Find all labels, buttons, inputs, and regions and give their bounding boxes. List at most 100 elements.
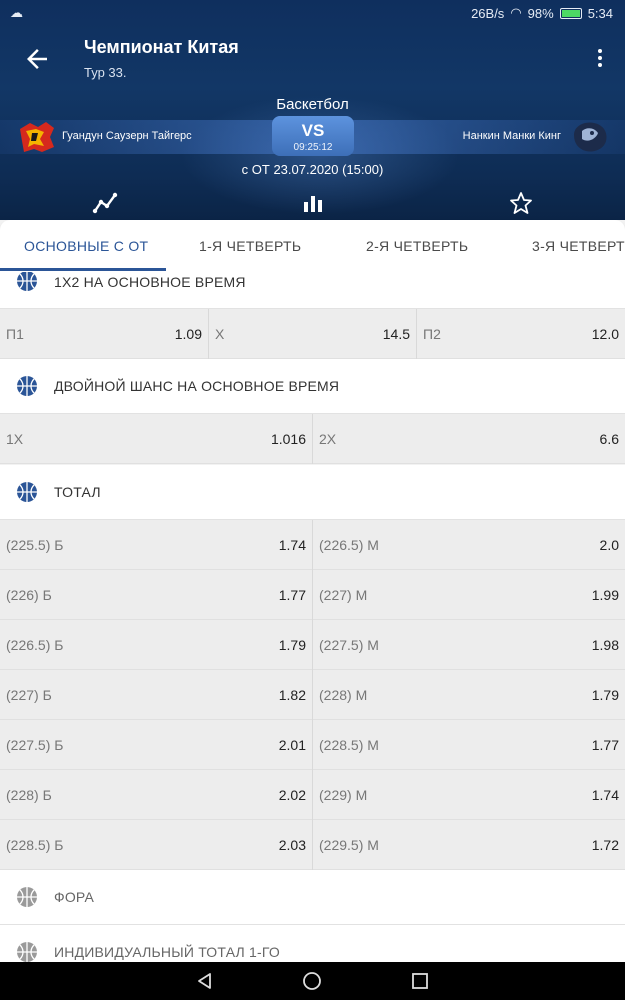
section-title: ДВОЙНОЙ ШАНС НА ОСНОВНОЕ ВРЕМЯ bbox=[54, 378, 340, 394]
cloud-icon: ☁ bbox=[10, 5, 23, 20]
star-icon[interactable] bbox=[508, 190, 534, 216]
battery-icon bbox=[559, 7, 582, 19]
odd-value: 1.79 bbox=[591, 687, 619, 703]
nav-recents-icon[interactable] bbox=[410, 971, 430, 991]
battery-level: 98% bbox=[527, 5, 554, 21]
odd-label: (228.5) М bbox=[319, 737, 379, 753]
more-menu-button[interactable] bbox=[595, 46, 605, 70]
section-title: ФОРА bbox=[54, 889, 95, 905]
back-button[interactable] bbox=[22, 44, 52, 74]
team1-logo bbox=[20, 122, 54, 152]
system-nav-bar bbox=[0, 962, 625, 1000]
section-title: 1Х2 НА ОСНОВНОЕ ВРЕМЯ bbox=[54, 274, 246, 290]
nav-home-icon[interactable] bbox=[302, 971, 322, 991]
odd-value: 1.79 bbox=[278, 637, 306, 653]
section-double-chance[interactable]: ДВОЙНОЙ ШАНС НА ОСНОВНОЕ ВРЕМЯ bbox=[0, 359, 625, 414]
vs-label: VS bbox=[301, 121, 325, 140]
odd-cell[interactable]: (228.5) Б 2.03 bbox=[0, 820, 312, 870]
odd-cell[interactable]: Х 14.5 bbox=[209, 309, 416, 359]
odd-label: (227) Б bbox=[6, 687, 52, 703]
odd-value: 6.6 bbox=[599, 431, 619, 447]
odd-label: 2Х bbox=[319, 431, 337, 447]
odd-cell[interactable]: (226.5) Б 1.79 bbox=[0, 620, 312, 670]
odd-value: 12.0 bbox=[591, 326, 619, 342]
round-label: Тур 33. bbox=[84, 65, 127, 80]
match-header: ☁ 26B/s ◠ 98% 5:34 Чемпионат Китая Тур 3… bbox=[0, 0, 625, 220]
odd-cell[interactable]: (226) Б 1.77 bbox=[0, 570, 312, 620]
odds-row: (227) Б 1.82 (228) М 1.79 bbox=[0, 670, 625, 720]
odds-row: (228) Б 2.02 (229) М 1.74 bbox=[0, 770, 625, 820]
odd-label: (227) М bbox=[319, 587, 368, 603]
odd-value: 2.01 bbox=[278, 737, 306, 753]
odd-value: 2.03 bbox=[278, 837, 306, 853]
sport-label: Баскетбол bbox=[276, 96, 349, 113]
odd-label: 1Х bbox=[6, 431, 24, 447]
team2-logo bbox=[574, 122, 607, 152]
section-total[interactable]: ТОТАЛ bbox=[0, 465, 625, 520]
tab-main[interactable]: ОСНОВНЫЕ С ОТ bbox=[24, 238, 148, 254]
odd-cell[interactable]: (227) Б 1.82 bbox=[0, 670, 312, 720]
basketball-icon bbox=[17, 887, 37, 907]
odd-cell[interactable]: 2Х 6.6 bbox=[313, 414, 625, 464]
active-tab-indicator bbox=[0, 268, 166, 271]
odd-cell[interactable]: (227.5) М 1.98 bbox=[313, 620, 625, 670]
odd-value: 1.77 bbox=[591, 737, 619, 753]
basketball-icon bbox=[17, 376, 37, 396]
odds-row: (227.5) Б 2.01 (228.5) М 1.77 bbox=[0, 720, 625, 770]
odds-row: (226.5) Б 1.79 (227.5) М 1.98 bbox=[0, 620, 625, 670]
odd-cell[interactable]: П2 12.0 bbox=[417, 309, 625, 359]
odd-value: 14.5 bbox=[382, 326, 410, 342]
odd-label: (226.5) М bbox=[319, 537, 379, 553]
basketball-icon bbox=[17, 942, 37, 962]
odd-cell[interactable]: (228) М 1.79 bbox=[313, 670, 625, 720]
odd-value: 1.016 bbox=[270, 431, 306, 447]
odd-cell[interactable]: (229.5) М 1.72 bbox=[313, 820, 625, 870]
odds-row: (226) Б 1.77 (227) М 1.99 bbox=[0, 570, 625, 620]
odd-label: (228) М bbox=[319, 687, 368, 703]
odd-cell[interactable]: (228) Б 2.02 bbox=[0, 770, 312, 820]
section-1x2[interactable]: 1Х2 НА ОСНОВНОЕ ВРЕМЯ bbox=[0, 272, 625, 309]
odd-label: (225.5) Б bbox=[6, 537, 64, 553]
trend-line-icon[interactable] bbox=[92, 190, 118, 216]
odd-value: 1.72 bbox=[591, 837, 619, 853]
vs-badge: VS 09:25:12 bbox=[272, 116, 354, 156]
markets-list: 1Х2 НА ОСНОВНОЕ ВРЕМЯ П1 1.09 Х 14.5 П2 … bbox=[0, 272, 625, 962]
odds-row: (228.5) Б 2.03 (229.5) М 1.72 bbox=[0, 820, 625, 870]
odds-row: 1Х 1.016 2Х 6.6 bbox=[0, 414, 625, 464]
odd-cell[interactable]: (227.5) Б 2.01 bbox=[0, 720, 312, 770]
odd-cell[interactable]: (227) М 1.99 bbox=[313, 570, 625, 620]
odd-label: (227.5) М bbox=[319, 637, 379, 653]
clock: 5:34 bbox=[587, 5, 613, 21]
odd-cell[interactable]: П1 1.09 bbox=[0, 309, 208, 359]
odd-cell[interactable]: (226.5) М 2.0 bbox=[313, 520, 625, 570]
odds-row: (225.5) Б 1.74 (226.5) М 2.0 bbox=[0, 520, 625, 570]
section-title: ИНДИВИДУАЛЬНЫЙ ТОТАЛ 1-ГО bbox=[54, 944, 280, 960]
odd-label: (228.5) Б bbox=[6, 837, 64, 853]
bar-chart-icon[interactable] bbox=[300, 190, 326, 216]
odds-row: П1 1.09 Х 14.5 П2 12.0 bbox=[0, 309, 625, 359]
tab-quarter-3[interactable]: 3-Я ЧЕТВЕРТЬ bbox=[532, 238, 625, 254]
odd-value: 1.98 bbox=[591, 637, 619, 653]
basketball-icon bbox=[17, 272, 37, 291]
odd-value: 1.77 bbox=[278, 587, 306, 603]
section-individual-total[interactable]: ИНДИВИДУАЛЬНЫЙ ТОТАЛ 1-ГО bbox=[0, 925, 625, 962]
tab-quarter-1[interactable]: 1-Я ЧЕТВЕРТЬ bbox=[199, 238, 301, 254]
odd-cell[interactable]: (229) М 1.74 bbox=[313, 770, 625, 820]
odd-value: 2.02 bbox=[278, 787, 306, 803]
countdown-timer: 09:25:12 bbox=[293, 142, 333, 153]
nav-back-icon[interactable] bbox=[195, 971, 215, 991]
odd-cell[interactable]: (225.5) Б 1.74 bbox=[0, 520, 312, 570]
odd-label: (226) Б bbox=[6, 587, 52, 603]
basketball-icon bbox=[17, 482, 37, 502]
section-handicap[interactable]: ФОРА bbox=[0, 870, 625, 925]
odd-cell[interactable]: 1Х 1.016 bbox=[0, 414, 312, 464]
odd-cell[interactable]: (228.5) М 1.77 bbox=[313, 720, 625, 770]
arrow-left-icon bbox=[27, 49, 47, 69]
wifi-icon: ◠ bbox=[510, 5, 522, 20]
odd-value: 1.82 bbox=[278, 687, 306, 703]
odd-value: 1.99 bbox=[591, 587, 619, 603]
period-tabs: ОСНОВНЫЕ С ОТ 1-Я ЧЕТВЕРТЬ 2-Я ЧЕТВЕРТЬ … bbox=[0, 220, 625, 272]
team1-name: Гуандун Саузерн Тайгерс bbox=[62, 130, 192, 142]
tab-quarter-2[interactable]: 2-Я ЧЕТВЕРТЬ bbox=[366, 238, 468, 254]
odd-value: 1.09 bbox=[174, 326, 202, 342]
